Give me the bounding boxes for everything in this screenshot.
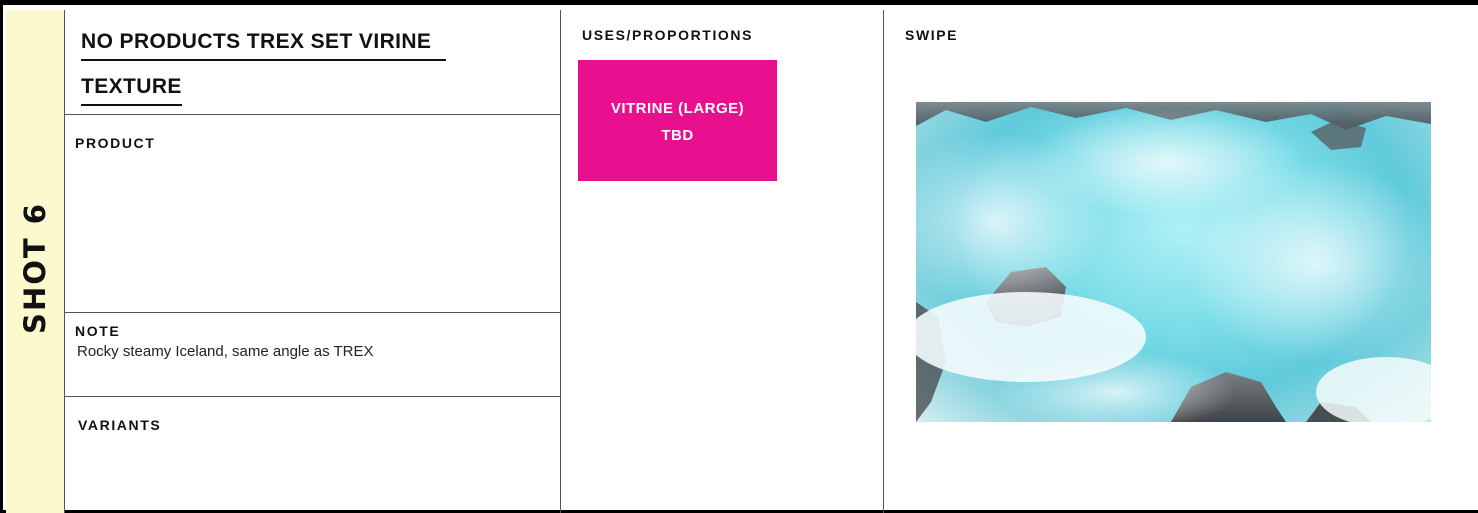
uses-label: USES/PROPORTIONS <box>582 27 754 43</box>
proportion-tag: VITRINE (LARGE) TBD <box>578 60 777 181</box>
title-block: NO PRODUCTS TREX SET VIRINE TEXTURE <box>65 10 561 115</box>
swipe-label: SWIPE <box>905 27 959 43</box>
proportion-tag-line-1: VITRINE (LARGE) <box>610 100 745 117</box>
variants-label: VARIANTS <box>78 417 162 433</box>
note-text: Rocky steamy Iceland, same angle as TREX <box>77 343 374 360</box>
swipe-image <box>916 102 1431 422</box>
uses-column: USES/PROPORTIONS VITRINE (LARGE) TBD <box>561 10 884 513</box>
shot-card: SHOT 6 NO PRODUCTS TREX SET VIRINE TEXTU… <box>0 0 1478 513</box>
product-section: PRODUCT <box>65 115 561 313</box>
product-label: PRODUCT <box>75 135 156 151</box>
variants-section: VARIANTS <box>65 397 561 513</box>
title-line-1: NO PRODUCTS TREX SET VIRINE <box>81 30 446 61</box>
swipe-column: SWIPE <box>884 10 1478 513</box>
title-line-2: TEXTURE <box>81 75 182 106</box>
geothermal-pool-illustration <box>916 102 1431 422</box>
left-column: NO PRODUCTS TREX SET VIRINE TEXTURE PROD… <box>65 10 561 513</box>
note-section: NOTE Rocky steamy Iceland, same angle as… <box>65 313 561 397</box>
note-label: NOTE <box>75 323 121 339</box>
shot-number-label: SHOT 6 <box>18 202 52 334</box>
shot-strip: SHOT 6 <box>6 10 65 513</box>
proportion-tag-line-2: TBD <box>661 127 694 144</box>
